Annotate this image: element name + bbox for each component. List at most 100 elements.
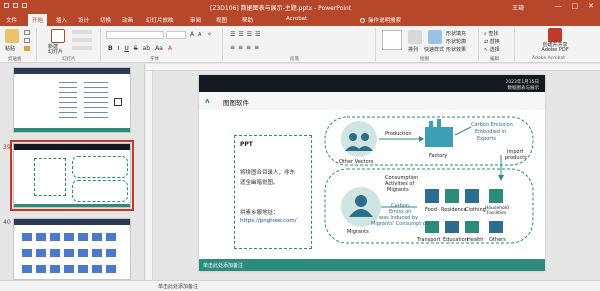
shape-fill-button[interactable]: 形状填充 (446, 30, 466, 37)
new-slide-icon[interactable] (51, 29, 65, 43)
thumb-shape (22, 265, 32, 273)
redo-icon[interactable] (22, 3, 27, 8)
migration-diagram[interactable]: Other Vectors Production Factory Carbon … (321, 115, 543, 259)
slide-thumbnail-38[interactable] (13, 67, 131, 133)
tab-insert[interactable]: 插入 (56, 16, 67, 24)
chimney (429, 121, 433, 129)
minimize-button[interactable]: — (555, 2, 562, 10)
slide-top-band: 2023年1月15日 数据图表与展示 (199, 75, 545, 92)
import-label-2: products (505, 155, 527, 161)
paste-button[interactable]: 粘贴 (5, 45, 15, 52)
search-label: 操作说明搜索 (368, 18, 402, 24)
close-button[interactable]: ✕ (588, 2, 594, 10)
char-spacing-icon[interactable]: ab (143, 45, 151, 52)
thumb-header (14, 219, 130, 225)
clear-format-icon[interactable]: ✧ (207, 31, 212, 38)
text-box[interactable]: PPT 将拼图合目录人，非东 适全幽暗觉图。 拼素乡搬地址： https://p… (234, 135, 312, 249)
notes-placeholder[interactable]: 单击此处添加备注 (158, 283, 198, 290)
thumb-shape (36, 233, 46, 241)
acrobat-pdf-icon[interactable] (548, 28, 562, 42)
replace-button[interactable]: ⇄ 替换 (484, 38, 500, 45)
education-label: Education (443, 237, 468, 243)
copy-icon[interactable] (24, 38, 30, 43)
thumb-shape (106, 233, 116, 241)
reset-button[interactable] (72, 38, 92, 42)
grow-font-icon[interactable]: A (190, 31, 194, 38)
slide-thumbnail-40[interactable] (13, 218, 131, 280)
user-name[interactable]: 王琦 (512, 3, 524, 12)
strikethrough-icon[interactable]: S (134, 45, 138, 52)
tab-file[interactable]: 文件 (6, 16, 17, 24)
logo-icon: ʌ (205, 97, 210, 105)
text-box-line: 适全幽暗觉图。 (240, 180, 279, 186)
arrange-button[interactable]: 排列 (408, 46, 418, 53)
font-color-icon[interactable]: A (168, 45, 172, 52)
underline-icon[interactable]: U (124, 45, 128, 52)
shape-effects-button[interactable]: 形状效果 (446, 46, 466, 53)
group-divider (36, 28, 37, 61)
select-button[interactable]: ↖ 选择 (484, 46, 500, 53)
tab-view[interactable]: 视图 (216, 16, 227, 24)
tab-design[interactable]: 设计 (78, 16, 89, 24)
thumb-shape (22, 249, 32, 257)
notes-bar[interactable]: 单击此处添加备注 (0, 280, 600, 291)
migrants-label: Migrants (347, 229, 369, 235)
shapes-gallery[interactable] (382, 30, 402, 50)
tab-slideshow[interactable]: 幻灯片放映 (146, 16, 174, 24)
slide-thumbnails-pane[interactable]: 39 40 (0, 64, 145, 280)
other-vectors-circle (341, 121, 377, 157)
tab-review[interactable]: 审阅 (190, 16, 201, 24)
carbon-emission-label: Carbon Emission (471, 122, 513, 128)
arrange-icon[interactable] (408, 30, 422, 44)
bullets-row[interactable]: ☰☰☰☰ (230, 31, 264, 38)
maximize-button[interactable]: □ (572, 2, 579, 10)
layout-button[interactable] (72, 30, 92, 34)
change-case-icon[interactable]: Aa (155, 45, 163, 52)
format-painter-icon[interactable] (24, 46, 30, 51)
transport-label: Transport (416, 237, 441, 243)
quick-styles-icon[interactable] (428, 30, 442, 44)
carbon-emission-label-2: Embodied in (475, 129, 506, 135)
slide-title[interactable]: 图图软件 (223, 97, 249, 107)
cut-icon[interactable] (24, 30, 30, 35)
undo-icon[interactable] (13, 3, 18, 8)
alignment-row[interactable]: ≡≡≡≡ (230, 44, 262, 51)
section-button[interactable] (72, 46, 92, 50)
paragraph-group-label: 段落 (290, 57, 299, 62)
font-size-select[interactable] (166, 31, 186, 39)
shrink-font-icon[interactable]: A (198, 32, 201, 38)
paste-icon[interactable] (5, 29, 19, 43)
slide-thumbnail-39[interactable] (10, 140, 134, 211)
thumb-line (59, 117, 77, 118)
quick-styles-button[interactable]: 快速样式 (424, 46, 444, 53)
font-format-row: B I U S ab Aa A (108, 45, 172, 52)
tab-acrobat[interactable]: Acrobat (286, 16, 307, 22)
bold-icon[interactable]: B (108, 45, 113, 52)
text-box-link[interactable]: https://pngtree.com/ (240, 218, 297, 224)
tell-me-search[interactable]: 操作说明搜索 (360, 16, 401, 24)
group-divider (478, 28, 479, 61)
shape-outline-button[interactable]: 形状轮廓 (446, 38, 466, 45)
tab-home[interactable]: 开始 (28, 14, 48, 26)
household-label-2: Facilities (487, 210, 507, 216)
tab-animations[interactable]: 动画 (122, 16, 133, 24)
find-button[interactable]: ⌕ 查找 (484, 30, 498, 37)
thumb-line (84, 112, 108, 113)
thumb-line (59, 92, 77, 93)
new-slide-button[interactable]: 新建 幻灯片 (48, 45, 63, 55)
factory-icon (425, 127, 453, 147)
tab-help[interactable]: 帮助 (242, 16, 253, 24)
thumb-diagram-top (72, 156, 128, 178)
clothing-label: Clothing (465, 207, 486, 213)
current-slide[interactable]: 2023年1月15日 数据图表与展示 ʌ 图图软件 PPT 将拼图合目录人，非东… (199, 75, 545, 271)
slide-date: 2023年1月15日 数据图表与展示 (505, 80, 539, 92)
lightbulb-icon (360, 17, 365, 23)
chimney (437, 119, 441, 129)
ribbon-tabs: 文件 开始 插入 设计 切换 动画 幻灯片放映 审阅 视图 帮助 Acrobat… (0, 13, 600, 26)
create-pdf-button[interactable]: 创建并共享 Adobe PDF (524, 43, 586, 53)
tab-transitions[interactable]: 切换 (100, 16, 111, 24)
thumb-line (84, 117, 108, 118)
italic-icon[interactable]: I (118, 45, 120, 52)
save-icon[interactable] (4, 3, 9, 8)
font-name-select[interactable] (106, 31, 164, 39)
